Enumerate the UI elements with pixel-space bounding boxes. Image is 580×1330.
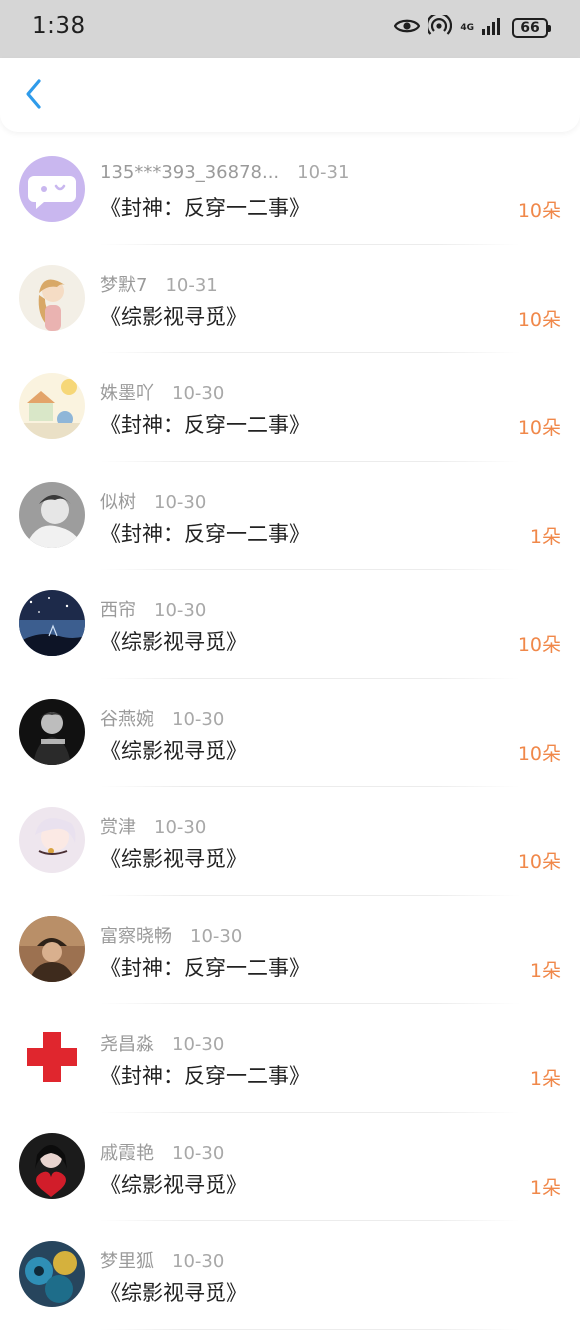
list-item[interactable]: 戚霞艳 10-30 《综影视寻觅》 1朵 [0,1113,580,1222]
record-meta: 似树 10-30 [100,488,206,514]
flower-amount: 1朵 [529,1176,561,1199]
avatar[interactable] [19,698,85,765]
list-item[interactable]: 尧昌淼 10-30 《封神：反穿一二事》 1朵 [0,1004,580,1113]
back-button[interactable] [14,76,54,116]
book-title[interactable]: 《封神：反穿一二事》 [100,518,310,548]
record-date: 10-30 [154,600,207,621]
avatar[interactable] [19,807,85,873]
network-type: 4G [460,22,474,33]
chevron-left-icon [24,78,44,114]
record-meta: 尧昌淼 10-30 [100,1030,224,1056]
book-title[interactable]: 《封神：反穿一二事》 [100,409,310,439]
record-meta: 富察晓畅 10-30 [100,922,242,948]
flower-amount: 10朵 [517,742,561,765]
header-bar [0,58,580,132]
list-item[interactable]: 姝墨吖 10-30 《封神：反穿一二事》 10朵 [0,353,580,462]
record-meta: 梦默7 10-31 [100,271,218,297]
list-item[interactable]: 梦默7 10-31 《综影视寻觅》 10朵 [0,245,580,354]
book-title[interactable]: 《综影视寻觅》 [100,735,247,765]
status-bar: 1:38 4G 66 [0,0,580,58]
record-date: 10-30 [172,1142,225,1164]
list-item[interactable]: 似树 10-30 《封神：反穿一二事》 1朵 [0,462,580,571]
flower-amount: 10朵 [517,417,561,439]
flower-amount: 1朵 [529,959,561,982]
book-title[interactable]: 《封神：反穿一二事》 [100,1060,310,1090]
battery-level: 66 [520,20,540,36]
record-meta: 谷燕婉 10-30 [100,705,224,731]
record-meta: 135***393_36878... 10-31 [100,162,349,183]
book-title[interactable]: 《综影视寻觅》 [100,843,247,873]
user-name[interactable]: 135***393_36878... [100,162,279,183]
user-name[interactable]: 谷燕婉 [100,709,154,730]
status-time: 1:38 [32,13,86,39]
record-meta: 西帘 10-30 [100,596,206,622]
book-title[interactable]: 《封神：反穿一二事》 [100,952,310,982]
avatar[interactable] [19,590,85,656]
record-date: 10-30 [172,708,225,730]
list-item[interactable]: 赏津 10-30 《综影视寻觅》 10朵 [0,787,580,896]
record-date: 10-30 [172,383,225,404]
flower-amount: 10朵 [517,851,561,873]
record-date: 10-31 [165,274,218,296]
record-date: 10-30 [154,817,207,838]
gift-record-list: 135***393_36878... 10-31 《封神：反穿一二事》 10朵 梦默7 1… [0,136,580,1330]
battery-icon: 66 [512,18,551,38]
record-date: 10-31 [297,162,350,183]
user-name[interactable]: 梦默7 [100,275,147,296]
hotspot-icon [426,12,453,41]
record-date: 10-30 [154,491,207,513]
network-type-label: 4G [460,22,474,33]
record-meta: 姝墨吖 10-30 [100,379,224,405]
record-date: 10-30 [172,1034,225,1055]
avatar[interactable] [19,1132,85,1199]
avatar[interactable] [19,156,85,222]
user-name[interactable]: 富察晓畅 [100,926,172,947]
avatar[interactable] [19,264,85,331]
avatar[interactable] [19,481,85,548]
user-name[interactable]: 戚霞艳 [100,1143,154,1164]
book-title[interactable]: 《综影视寻觅》 [100,1277,247,1307]
book-title[interactable]: 《综影视寻觅》 [100,626,247,656]
flower-amount: 10朵 [517,634,561,656]
status-icons: 4G 66 [394,12,551,42]
flower-amount: 10朵 [517,200,561,222]
flower-amount: 10朵 [517,308,561,331]
list-item[interactable]: 梦里狐 10-30 《综影视寻觅》 [0,1221,580,1330]
flower-amount: 1朵 [529,525,561,548]
user-name[interactable]: 西帘 [100,600,136,621]
record-date: 10-30 [190,925,243,947]
user-name[interactable]: 赏津 [100,817,136,838]
book-title[interactable]: 《综影视寻觅》 [100,1169,247,1199]
user-name[interactable]: 似树 [100,492,136,513]
record-meta: 戚霞艳 10-30 [100,1139,224,1165]
user-name[interactable]: 尧昌淼 [100,1034,154,1055]
list-item[interactable]: 富察晓畅 10-30 《封神：反穿一二事》 1朵 [0,896,580,1005]
record-date: 10-30 [172,1251,225,1272]
user-name[interactable]: 姝墨吖 [100,383,154,404]
list-item[interactable]: 西帘 10-30 《综影视寻觅》 10朵 [0,570,580,679]
eye-icon [394,17,421,39]
avatar[interactable] [19,1024,85,1090]
flower-amount: 1朵 [529,1068,561,1090]
signal-icon [482,16,504,40]
list-item[interactable]: 谷燕婉 10-30 《综影视寻觅》 10朵 [0,679,580,788]
book-title[interactable]: 《封神：反穿一二事》 [100,192,310,222]
list-item[interactable]: 135***393_36878... 10-31 《封神：反穿一二事》 10朵 [0,136,580,245]
user-name[interactable]: 梦里狐 [100,1251,154,1272]
avatar[interactable] [19,915,85,982]
avatar[interactable] [19,1241,85,1307]
avatar[interactable] [19,373,85,439]
record-meta: 赏津 10-30 [100,813,206,839]
book-title[interactable]: 《综影视寻觅》 [100,301,247,331]
record-meta: 梦里狐 10-30 [100,1247,224,1273]
